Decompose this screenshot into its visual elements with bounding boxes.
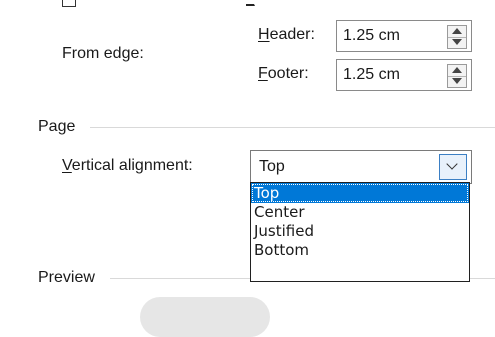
from-edge-label: From edge: [62,45,144,62]
chevron-down-icon [446,158,458,170]
header-label: Header: [258,25,315,45]
vertical-alignment-dropdown-list[interactable]: Top Center Justified Bottom [250,182,470,282]
footer-label: Footer: [258,64,309,84]
arrow-down-icon [452,39,462,45]
dropdown-toggle-button[interactable] [439,154,467,180]
footer-decrement-button[interactable] [448,76,466,87]
clipped-text-fragment [246,0,255,6]
page-group-divider [90,127,495,128]
header-decrement-button[interactable] [448,37,466,48]
header-spinner-buttons[interactable] [447,25,467,49]
header-spinbox-value[interactable]: 1.25 cm [343,26,400,46]
header-label-accesskey: H [258,26,270,43]
header-label-rest: eader: [269,26,315,43]
footer-spinbox-value[interactable]: 1.25 cm [343,65,400,85]
preview-group-title: Preview [38,269,95,286]
footer-label-accesskey: F [258,65,268,82]
option-center[interactable]: Center [251,202,469,222]
arrow-up-icon [452,28,462,34]
preview-group-divider-right [470,278,495,279]
vertical-alignment-label-rest: ertical alignment: [71,157,193,174]
header-spinbox[interactable]: 1.25 cm [336,20,472,52]
preview-group-divider [110,278,250,279]
arrow-up-icon [452,67,462,73]
vertical-alignment-current-value[interactable]: Top [259,157,285,177]
vertical-alignment-combobox[interactable]: Top [250,150,472,184]
option-bottom[interactable]: Bottom [251,240,469,260]
vertical-alignment-label: Vertical alignment: [62,156,193,176]
preview-thumbnail [140,297,270,337]
clipped-checkbox[interactable] [62,0,76,7]
footer-spinner-buttons[interactable] [447,64,467,88]
arrow-down-icon [452,78,462,84]
footer-label-rest: ooter: [267,65,309,82]
page-group-title: Page [38,118,76,135]
option-justified[interactable]: Justified [251,221,469,241]
page-setup-layout-panel: From edge: Header: 1.25 cm Footer: 1.25 … [0,0,495,337]
footer-spinbox[interactable]: 1.25 cm [336,59,472,91]
vertical-alignment-accesskey: V [62,157,72,174]
option-top[interactable]: Top [251,183,469,203]
